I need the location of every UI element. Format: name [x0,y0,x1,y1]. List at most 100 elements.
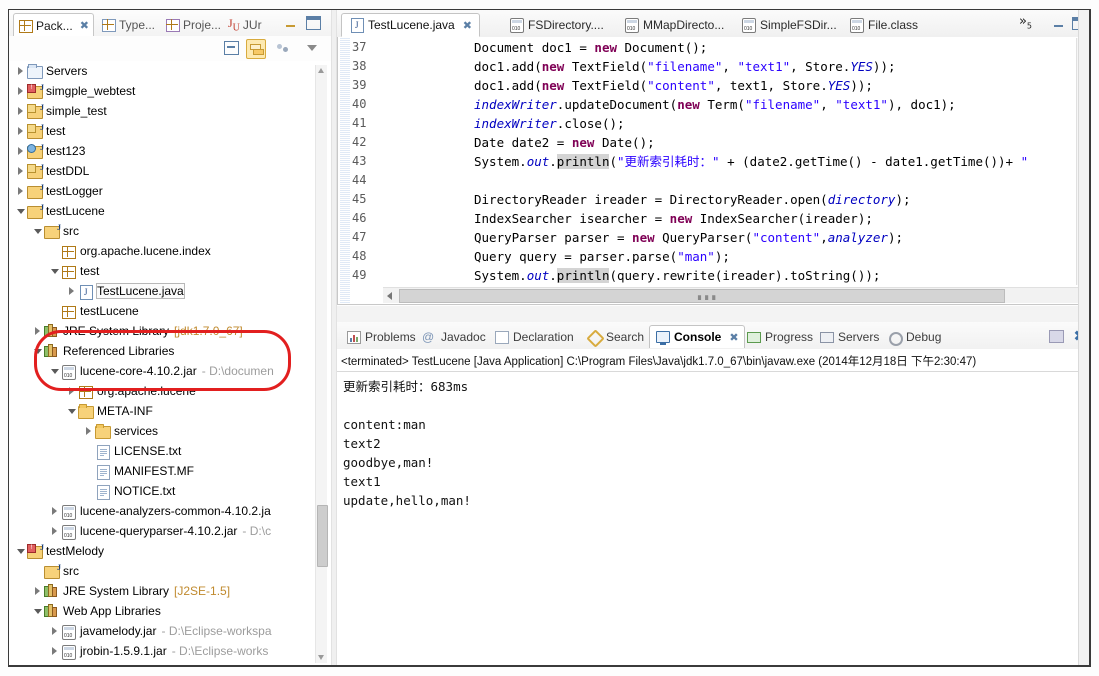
code-line[interactable]: indexWriter.updateDocument(new Term("fil… [474,95,956,114]
tree-item-content[interactable]: lucene-analyzers-common-4.10.2.ja [80,504,271,518]
code-line[interactable]: indexWriter.close(); [474,114,625,133]
tree-item-content[interactable]: javamelody.jar - D:\Eclipse-workspa [80,624,272,638]
tab-declaration[interactable]: Declaration [489,325,579,348]
tree-item-content[interactable]: test [80,264,99,278]
tree-item[interactable]: MANIFEST.MF [9,461,313,481]
tree-item-content[interactable]: META-INF [97,404,153,418]
tree-item[interactable]: Web App Libraries [9,601,313,621]
chevron-right-icon[interactable] [66,381,77,401]
tree-item-content[interactable]: testLucene [80,304,139,318]
tree-item[interactable]: JRE System Library [J2SE-1.5] [9,581,313,601]
chevron-right-icon[interactable] [49,501,60,521]
chevron-down-icon[interactable] [32,601,43,621]
tree-item[interactable]: lucene-analyzers-common-4.10.2.ja [9,501,313,521]
tree-item[interactable]: NOTICE.txt [9,481,313,501]
tree-item-content[interactable]: simgple_webtest [46,84,135,98]
tree-item[interactable]: !testMelody [9,541,313,561]
tree-item-content[interactable]: org.apache.lucene [97,384,196,398]
tree-item[interactable]: org.apache.lucene [9,381,313,401]
tree-item-content[interactable]: org.apache.lucene.index [80,244,211,258]
editor-tab-overflow-button[interactable]: »5 [1019,14,1032,31]
tree-item-content[interactable]: testDDL [46,164,89,178]
tree-item[interactable]: lucene-core-4.10.2.jar - D:\documen [9,361,313,381]
tree-item-content[interactable]: src [63,224,79,238]
tree-item-content[interactable]: test123 [46,144,85,158]
tree-item-content[interactable]: testLogger [46,184,103,198]
console-minimize-button[interactable] [1049,330,1064,343]
tree-item[interactable]: test123 [9,141,313,161]
code-line[interactable]: Document doc1 = new Document(); [474,38,707,57]
scroll-down-arrow-icon[interactable] [318,655,324,660]
tree-item-content[interactable]: TestLucene.java [96,283,185,299]
code-line[interactable]: System.out.println("更新索引耗时：" + (date2.ge… [474,152,1028,171]
tree-item[interactable]: Servers [9,61,313,81]
horizontal-splitter[interactable] [337,306,1089,322]
close-icon[interactable]: ✖ [463,19,472,32]
scrollbar-thumb[interactable]: ▖▖▖ [399,289,1005,303]
tree-item-content[interactable]: jrobin-1.5.9.1.jar - D:\Eclipse-works [80,644,268,658]
editor-horizontal-scrollbar[interactable]: ▖▖▖ [383,287,1089,303]
tree-item-content[interactable]: lucene-queryparser-4.10.2.jar - D:\c [80,524,271,538]
tree-item[interactable]: services [9,421,313,441]
tree-item-content[interactable]: lucene-core-4.10.2.jar - D:\documen [80,364,274,378]
chevron-right-icon[interactable] [15,161,26,181]
tab-type-hierarchy[interactable]: Type... [97,13,159,36]
tree-item[interactable]: test [9,121,313,141]
tree-item[interactable]: lucene-queryparser-4.10.2.jar - D:\c [9,521,313,541]
tree-item-content[interactable]: LICENSE.txt [114,444,181,458]
tree-item[interactable]: src [9,561,313,581]
collapse-all-button[interactable] [222,39,240,57]
chevron-right-icon[interactable] [15,181,26,201]
chevron-down-icon[interactable] [66,401,77,421]
chevron-right-icon[interactable] [15,141,26,161]
tree-item-content[interactable]: src [63,564,79,578]
tab-search[interactable]: Search [582,325,649,348]
code-line[interactable]: QueryParser parser = new QueryParser("co… [474,228,903,247]
chevron-right-icon[interactable] [15,121,26,141]
chevron-right-icon[interactable] [49,641,60,661]
chevron-down-icon[interactable] [32,341,43,361]
tree-item[interactable]: JRE System Library [jdk1.7.0_67] [9,321,313,341]
tree-item[interactable]: javamelody.jar - D:\Eclipse-workspa [9,621,313,641]
tree-item-content[interactable]: simple_test [46,104,107,118]
explorer-minimize-button[interactable] [286,18,297,27]
chevron-right-icon[interactable] [49,621,60,641]
editor-tab-fsdirectory[interactable]: FSDirectory.... [502,13,611,37]
scroll-up-arrow-icon[interactable] [318,68,324,73]
tree-item-content[interactable]: JRE System Library [J2SE-1.5] [63,584,230,598]
code-line[interactable]: System.out.println(query.rewrite(ireader… [474,266,880,285]
editor-tab-file-class[interactable]: File.class [842,13,925,37]
editor-minimize-button[interactable] [1053,18,1066,28]
editor-code-content[interactable]: Document doc1 = new Document(); doc1.add(… [384,37,1084,289]
tree-item-content[interactable]: Servers [46,64,87,78]
tree-item[interactable]: testLogger [9,181,313,201]
tree-item[interactable]: testLucene [9,201,313,221]
view-menu-button[interactable] [303,39,321,57]
package-tree-scroll[interactable]: Servers!simgple_webtestsimple_testtestte… [9,61,331,665]
tab-package-explorer[interactable]: Pack... ✖ [13,13,94,37]
tree-item-content[interactable]: testMelody [46,544,104,558]
close-icon[interactable]: ✖ [80,19,89,32]
tab-junit[interactable]: JU JUr [224,13,266,36]
explorer-maximize-button[interactable] [306,16,321,30]
scroll-left-arrow-icon[interactable] [387,292,392,300]
tree-item-content[interactable]: Web App Libraries [63,604,161,618]
tree-item-content[interactable]: Referenced Libraries [63,344,174,358]
tree-item[interactable]: test [9,261,313,281]
code-line[interactable]: DirectoryReader ireader = DirectoryReade… [474,190,911,209]
code-line[interactable]: IndexSearcher isearcher = new IndexSearc… [474,209,873,228]
chevron-right-icon[interactable] [83,421,94,441]
tree-item[interactable]: testLucene [9,301,313,321]
focus-on-active-task-button[interactable] [274,39,292,57]
tree-item[interactable]: testDDL [9,161,313,181]
tab-console[interactable]: Console ✖ [649,325,745,348]
tab-project-explorer[interactable]: Proje... [161,13,225,36]
tree-item[interactable]: LICENSE.txt [9,441,313,461]
console-output-area[interactable]: <terminated> TestLucene [Java Applicatio… [337,349,1089,665]
tree-item-content[interactable]: JRE System Library [jdk1.7.0_67] [63,324,243,338]
tree-item[interactable]: META-INF [9,401,313,421]
tree-item[interactable]: Referenced Libraries [9,341,313,361]
chevron-down-icon[interactable] [32,221,43,241]
code-line[interactable]: Query query = parser.parse("man"); [474,247,730,266]
editor-tab-simplefsdirectory[interactable]: SimpleFSDir... [734,13,844,37]
